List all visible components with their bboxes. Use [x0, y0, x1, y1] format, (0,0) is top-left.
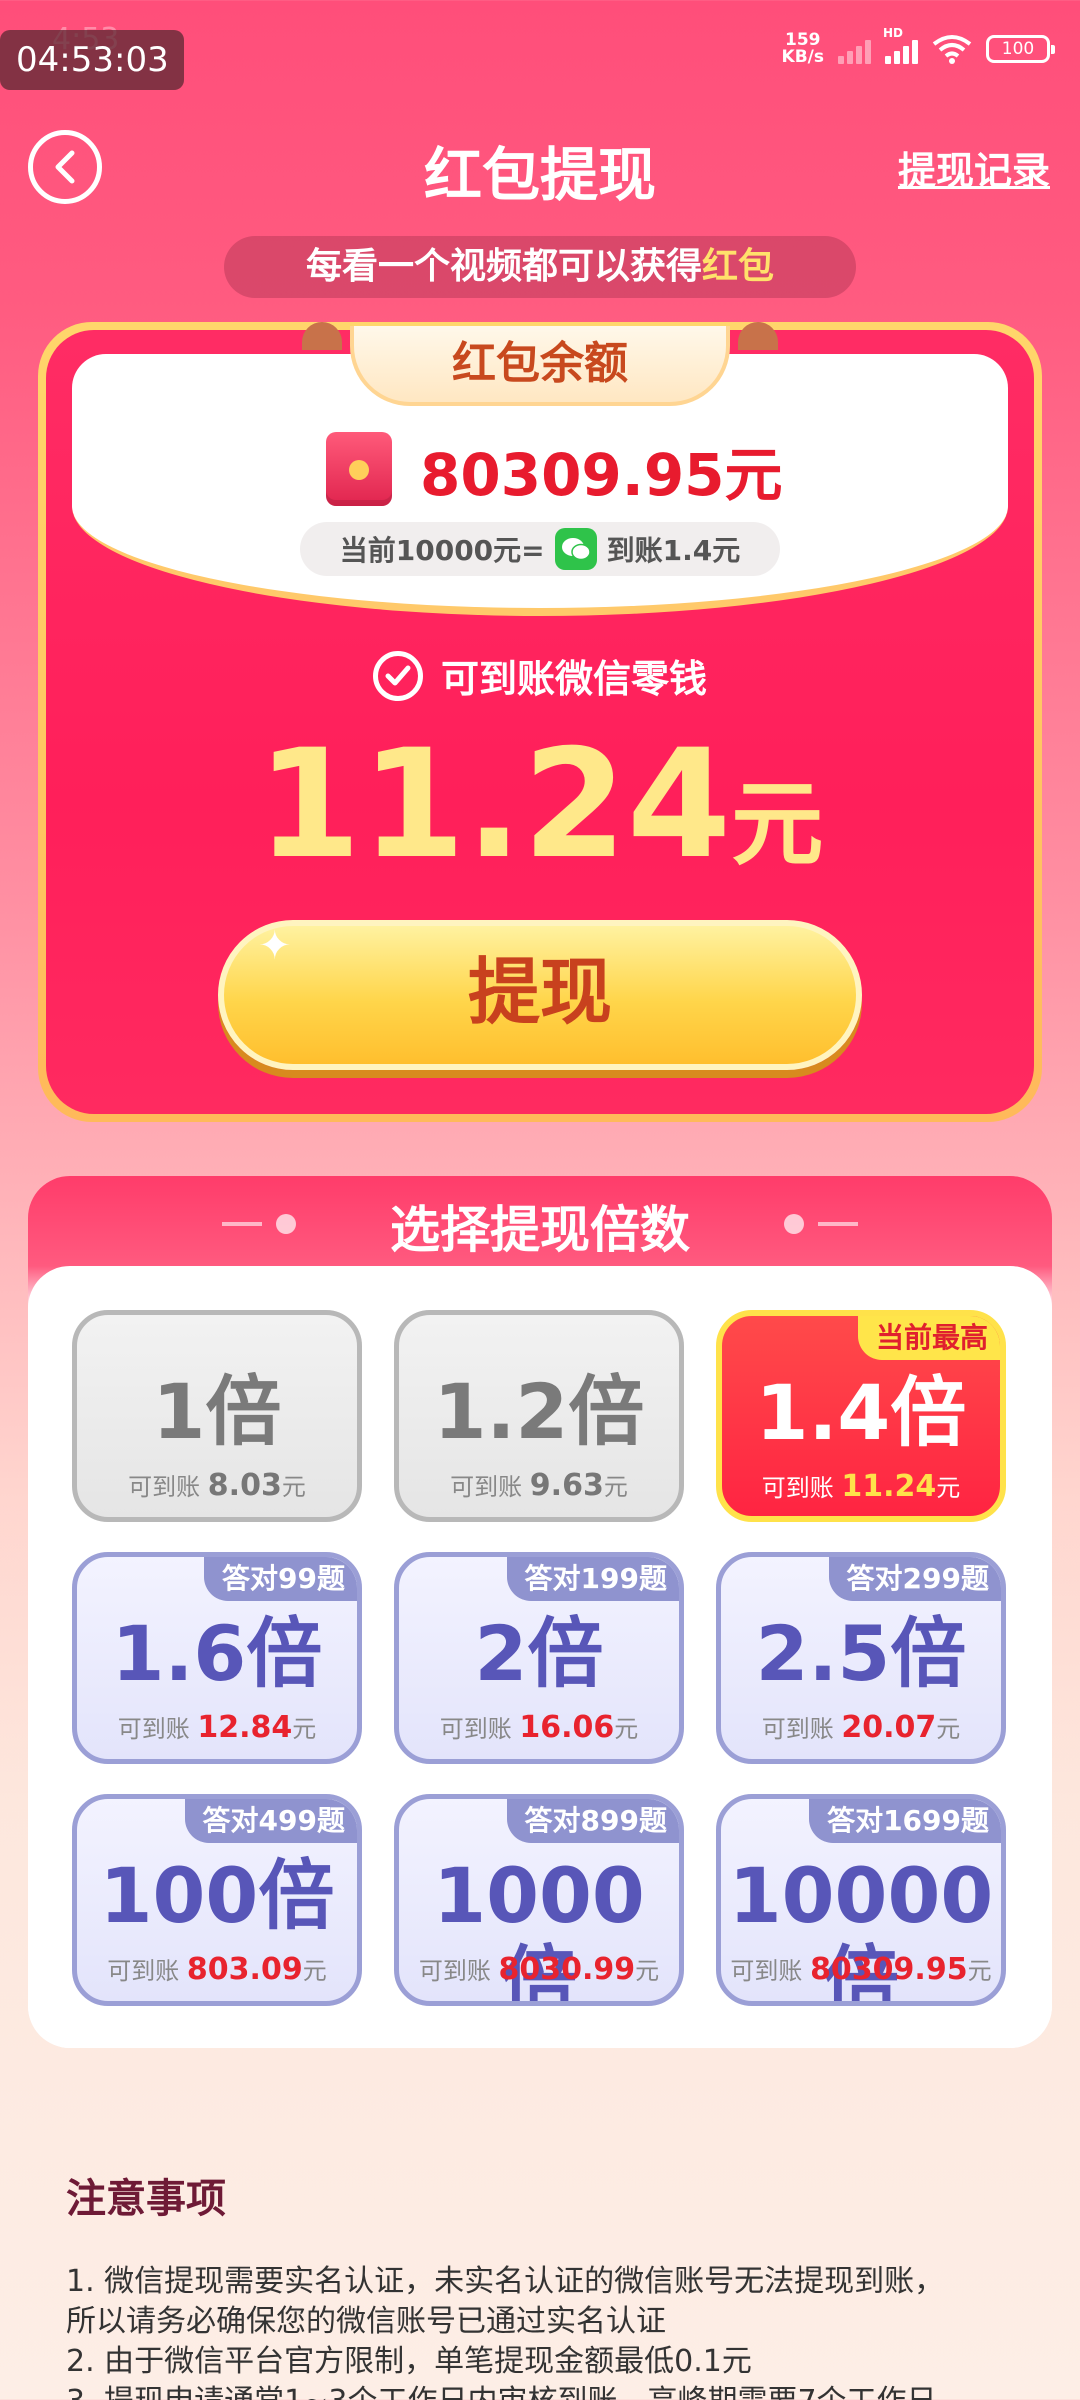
multiplier-payout: 可到账 8030.99元	[418, 1952, 660, 1987]
requirement-badge: 答对299题	[828, 1557, 1001, 1601]
signal-sim2-icon	[838, 34, 871, 64]
multiplier-option-10000x[interactable]: 答对1699题 10000倍 可到账 80309.95元	[716, 1794, 1006, 2006]
arrive-label: 可到账微信零钱	[440, 657, 707, 701]
multiplier-option-1-2x[interactable]: 1.2倍 可到账 9.63元	[394, 1310, 684, 1522]
note-line: 1. 微信提现需要实名认证，未实名认证的微信账号无法提现到账，	[66, 2264, 945, 2299]
multiplier-value: 100倍	[99, 1851, 335, 1940]
tip-highlight: 红包	[702, 246, 775, 287]
multiplier-value: 2倍	[474, 1609, 604, 1698]
note-line: 3. 提现申请通常1~3个工作日内审核到账，高峰期需要7个工作日，	[66, 2382, 967, 2400]
withdraw-amount-value: 11.24	[256, 718, 732, 892]
multiplier-value: 1.6倍	[111, 1609, 323, 1698]
multiplier-payout: 可到账 803.09元	[107, 1952, 327, 1987]
multiplier-value: 1.2倍	[433, 1367, 645, 1456]
multiplier-option-1000x[interactable]: 答对899题 1000倍 可到账 8030.99元	[394, 1794, 684, 2006]
hd-label: HD	[883, 26, 904, 40]
multiplier-option-2x[interactable]: 答对199题 2倍 可到账 16.06元	[394, 1552, 684, 1764]
signal-sim1-icon: HD	[883, 26, 918, 64]
multiplier-payout: 可到账 80309.95元	[730, 1952, 992, 1987]
requirement-badge: 答对899题	[506, 1799, 679, 1843]
tip-banner: 每看一个视频都可以获得红包	[224, 236, 856, 298]
wechat-icon	[554, 528, 597, 570]
multiplier-option-1x[interactable]: 1倍 可到账 8.03元	[72, 1310, 362, 1522]
multiplier-option-1-6x[interactable]: 答对99题 1.6倍 可到账 12.84元	[72, 1552, 362, 1764]
multiplier-value: 2.5倍	[755, 1609, 967, 1698]
note-line: 2. 由于微信平台官方限制，单笔提现金额最低0.1元	[66, 2344, 752, 2379]
multiplier-option-100x[interactable]: 答对499题 100倍 可到账 803.09元	[72, 1794, 362, 2006]
arrive-row: 可到账微信零钱	[0, 648, 1080, 703]
multiplier-panel-title: 选择提现倍数	[390, 1201, 690, 1259]
requirement-badge: 答对99题	[204, 1557, 357, 1601]
requirement-badge: 答对499题	[184, 1799, 357, 1843]
rate-right-text: 到账1.4元	[606, 534, 741, 567]
withdraw-button[interactable]: 提现	[218, 920, 862, 1070]
tip-text: 每看一个视频都可以获得	[305, 246, 702, 287]
multiplier-option-1-4x[interactable]: 当前最高 1.4倍 可到账 11.24元	[716, 1310, 1006, 1522]
requirement-badge: 答对1699题	[809, 1799, 1001, 1843]
multiplier-payout: 可到账 12.84元	[117, 1710, 317, 1745]
withdraw-amount-unit: 元	[731, 771, 824, 878]
multiplier-payout: 可到账 11.24元	[761, 1469, 961, 1504]
battery-icon: 100	[986, 35, 1055, 63]
multiplier-value: 1.4倍	[755, 1368, 967, 1457]
net-speed: 159 KB/s	[782, 32, 824, 66]
wifi-icon	[932, 35, 972, 64]
current-highest-badge: 当前最高	[857, 1316, 1000, 1360]
status-icons: 159 KB/s HD 100	[782, 24, 1055, 74]
multiplier-payout: 可到账 20.07元	[761, 1710, 961, 1745]
balance-amount: 80309.95元	[420, 441, 783, 509]
multiplier-payout: 可到账 8.03元	[128, 1468, 306, 1503]
multiplier-option-2-5x[interactable]: 答对299题 2.5倍 可到账 20.07元	[716, 1552, 1006, 1764]
net-speed-unit: KB/s	[781, 47, 824, 67]
multiplier-payout: 可到账 9.63元	[450, 1468, 628, 1503]
check-circle-icon	[372, 650, 423, 701]
withdraw-amount: 11.24元	[0, 720, 1080, 910]
status-time: 04:53:03	[0, 30, 184, 90]
requirement-badge: 答对199题	[506, 1557, 679, 1601]
note-line: 所以请务必确保您的微信账号已通过实名认证	[66, 2304, 666, 2339]
balance-tab-label: 红包余额	[350, 326, 730, 406]
notes-title: 注意事项	[66, 2176, 226, 2222]
sparkle-icon: ✦	[258, 923, 292, 969]
red-packet-icon	[326, 432, 392, 506]
multiplier-payout: 可到账 16.06元	[439, 1710, 639, 1745]
multiplier-value: 1倍	[152, 1367, 282, 1456]
exchange-rate-pill: 当前10000元= 到账1.4元	[300, 522, 780, 576]
withdraw-history-link[interactable]: 提现记录	[898, 140, 1050, 195]
rate-left-text: 当前10000元=	[339, 534, 545, 567]
